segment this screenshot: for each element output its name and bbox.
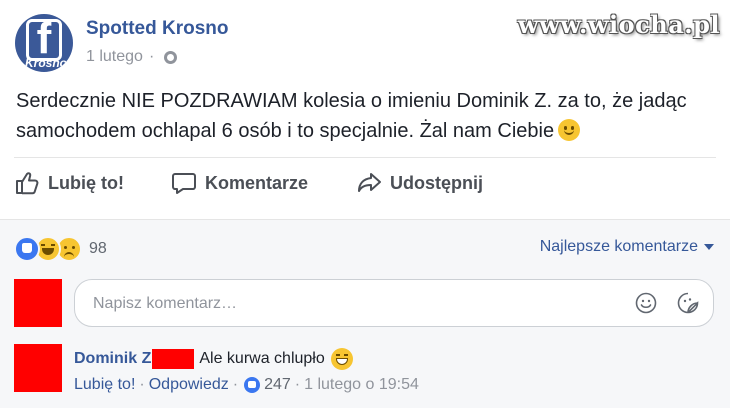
meta-separator: · [232, 376, 239, 393]
share-arrow-icon [358, 173, 381, 192]
comment-text: Ale kurwa chlupło [199, 350, 325, 367]
comment-bubble-icon [172, 173, 196, 194]
post-divider [14, 157, 716, 158]
meta-separator: · [294, 376, 301, 393]
author-surname-redaction [152, 349, 195, 369]
share-button-label: Udostępnij [390, 172, 483, 193]
comment: Dominik Z Ale kurwa chlupło [74, 348, 353, 370]
comment-reply-link[interactable]: Odpowiedz [149, 376, 229, 394]
smiley-emoji-icon [558, 119, 581, 141]
comment-meta: Lubię to! · Odpowiedz · 247 · 1 lutego o… [74, 376, 419, 394]
thumbs-up-icon [16, 172, 39, 195]
comment-input[interactable] [91, 288, 615, 320]
page-avatar-caption: Krosno [25, 56, 67, 70]
comment-composer[interactable] [74, 279, 714, 327]
comment-like-count[interactable]: 247 [264, 376, 291, 394]
post-meta: 1 lutego · [86, 48, 178, 66]
like-reaction-icon [244, 377, 261, 393]
meta-separator: · [139, 376, 145, 393]
like-button-label: Lubię to! [48, 172, 124, 193]
post-date-link[interactable]: 1 lutego [86, 48, 143, 66]
like-reaction-icon [14, 236, 40, 262]
comment-button[interactable]: Komentarze [171, 170, 308, 196]
watermark: www.wiocha.pl [517, 10, 720, 39]
like-button[interactable]: Lubię to! [14, 170, 124, 196]
reactions-summary[interactable]: 98 [14, 236, 107, 262]
comment-author-link[interactable]: Dominik Z [74, 350, 151, 368]
current-user-avatar-redacted [14, 279, 62, 327]
reaction-count: 98 [89, 240, 107, 257]
post-body: Serdecznie NIE POZDRAWIAM kolesia o imie… [16, 86, 716, 146]
page-avatar-logo-letter: f [36, 14, 52, 63]
meta-separator: · [148, 48, 155, 65]
feedback-section: 98 Najlepsze komentarze Dominik Z Ale ku… [0, 219, 730, 408]
sticker-icon[interactable] [677, 292, 699, 314]
comment-button-label: Komentarze [205, 172, 309, 193]
commenter-avatar-redacted [14, 344, 62, 392]
page-name-link[interactable]: Spotted Krosno [86, 18, 229, 40]
caret-down-icon [704, 244, 714, 250]
laughing-emoji-icon [330, 348, 353, 370]
post-text: Serdecznie NIE POZDRAWIAM kolesia o imie… [16, 90, 687, 142]
comment-timestamp-link[interactable]: 1 lutego o 19:54 [304, 376, 419, 394]
post-actions-bar: Lubię to! Komentarze Udostępnij [14, 170, 716, 204]
comment-like-link[interactable]: Lubię to! [74, 376, 135, 394]
globe-icon[interactable] [164, 50, 178, 64]
page-avatar[interactable]: f Krosno [15, 14, 73, 72]
comment-sort-dropdown[interactable]: Najlepsze komentarze [540, 238, 714, 256]
comment-sort-label: Najlepsze komentarze [539, 238, 698, 255]
share-button[interactable]: Udostępnij [356, 170, 483, 196]
emoji-smile-icon[interactable] [635, 292, 657, 314]
